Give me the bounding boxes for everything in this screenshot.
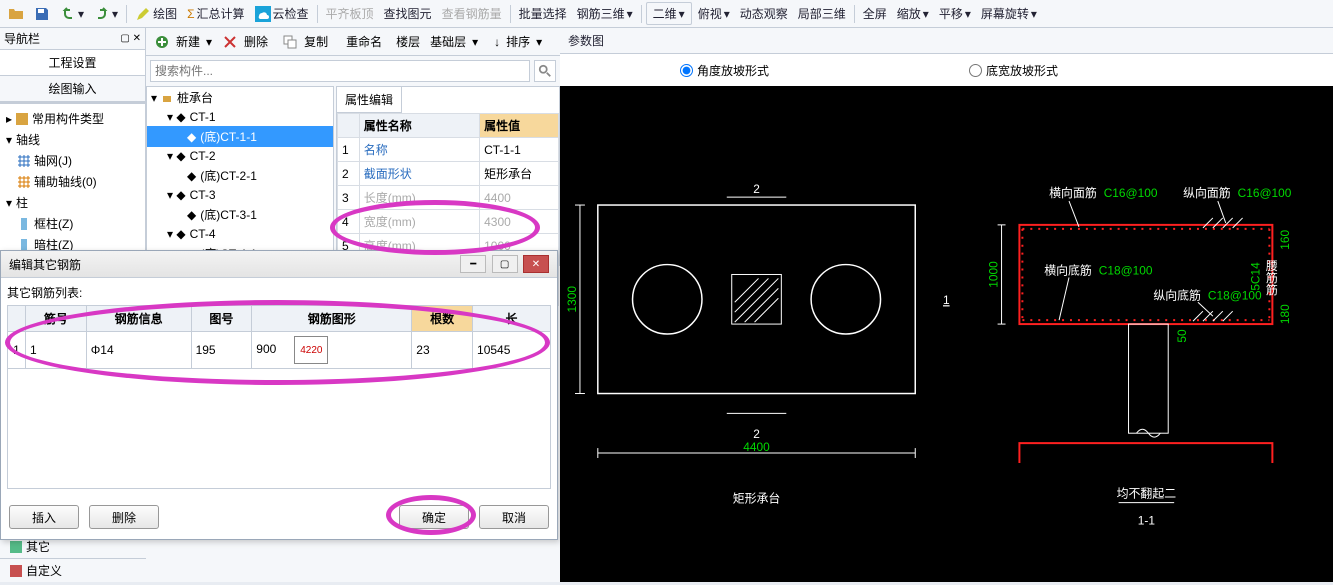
property-row[interactable]: 1名称CT-1-1	[338, 138, 559, 162]
rename-button[interactable]: 重命名	[338, 29, 390, 54]
tab-draw-input[interactable]: 绘图输入	[0, 76, 145, 102]
table-row[interactable]: 1 1 Φ14 195 9004220 23 10545	[8, 332, 551, 369]
tree-ct3[interactable]: ▾ ◆CT-3	[147, 186, 333, 204]
svg-text:5C14: 5C14	[1248, 262, 1262, 291]
tree-frame-col[interactable]: 框柱(Z)	[0, 213, 145, 234]
list-label: 其它钢筋列表:	[7, 284, 551, 301]
svg-text:2: 2	[753, 427, 760, 441]
property-row[interactable]: 2截面形状矩形承台	[338, 162, 559, 186]
radio-angle-slope[interactable]: 角度放坡形式	[680, 62, 769, 79]
svg-text:1300: 1300	[565, 286, 579, 313]
tree-axis-grid[interactable]: 轴网(J)	[0, 150, 145, 171]
delete-row-button[interactable]: 删除	[89, 505, 159, 529]
rotate-button[interactable]: 屏幕旋转▾	[977, 3, 1041, 24]
svg-text:矩形承台: 矩形承台	[733, 492, 781, 506]
summary-button[interactable]: Σ汇总计算	[183, 3, 248, 24]
svg-text:横向底筋: 横向底筋	[1044, 263, 1092, 277]
mid-toolbar: 新建▾ 删除 复制 重命名 楼层 基础层▾ ↓排序▾	[146, 28, 560, 56]
radio-width-slope[interactable]: 底宽放坡形式	[969, 62, 1058, 79]
zoom-button[interactable]: 缩放▾	[893, 3, 933, 24]
svg-text:2: 2	[753, 182, 760, 196]
property-row[interactable]: 4宽度(mm)4300	[338, 210, 559, 234]
svg-text:180: 180	[1278, 304, 1292, 324]
search-input[interactable]	[150, 60, 530, 82]
sort-button[interactable]: ↓排序▾	[490, 29, 546, 54]
tree-ct3-bottom[interactable]: ◆ (底)CT-3-1	[147, 204, 333, 225]
nav-controls[interactable]: ▢ ✕	[120, 33, 141, 44]
tree-pile-cap[interactable]: ▾桩承台	[147, 87, 333, 108]
pan-button[interactable]: 平移▾	[935, 3, 975, 24]
maximize-button[interactable]: ▢	[492, 255, 518, 273]
tree-ct2[interactable]: ▾ ◆CT-2	[147, 147, 333, 165]
tree-ct4[interactable]: ▾ ◆CT-4	[147, 225, 333, 243]
cat-custom[interactable]: 自定义	[0, 558, 146, 582]
nav-title: 导航栏	[4, 30, 40, 47]
flat-top-button[interactable]: 平齐板顶	[322, 3, 378, 24]
svg-text:160: 160	[1278, 229, 1292, 249]
floor-label: 楼层	[392, 31, 424, 52]
minimize-button[interactable]: ━	[460, 255, 486, 273]
close-button[interactable]: ✕	[523, 255, 549, 273]
edit-other-rebar-dialog: 编辑其它钢筋 ━ ▢ ✕ 其它钢筋列表: 筋号 钢筋信息 图号 钢筋图形 根数 …	[0, 250, 558, 540]
svg-text:1000: 1000	[987, 261, 1001, 288]
svg-text:C18@100: C18@100	[1208, 288, 1262, 302]
steel-3d-button[interactable]: 钢筋三维▾	[573, 3, 637, 24]
tree-ct2-bottom[interactable]: ◆ (底)CT-2-1	[147, 165, 333, 186]
tree-common[interactable]: ▸常用构件类型	[0, 108, 145, 129]
floor-select[interactable]: 基础层	[426, 31, 470, 52]
ok-button[interactable]: 确定	[399, 505, 469, 529]
search-button[interactable]	[534, 60, 556, 82]
find-element-button[interactable]: 查找图元	[380, 3, 436, 24]
tree-column[interactable]: ▾柱	[0, 192, 145, 213]
insert-button[interactable]: 插入	[9, 505, 79, 529]
canvas-title: 参数图	[560, 28, 1333, 54]
diagram-svg: 2 2 4400 1300 1 矩形承台	[560, 86, 1333, 582]
svg-text:C16@100: C16@100	[1104, 186, 1158, 200]
svg-text:C18@100: C18@100	[1099, 263, 1153, 277]
svg-text:1-1: 1-1	[1138, 513, 1156, 527]
dialog-title: 编辑其它钢筋	[9, 256, 81, 273]
open-icon[interactable]	[4, 4, 28, 24]
svg-text:均不翻起二: 均不翻起二	[1117, 487, 1177, 501]
save-icon[interactable]	[30, 4, 54, 24]
property-tab[interactable]: 属性编辑	[337, 87, 402, 113]
tree-aux-axis[interactable]: 辅助轴线(0)	[0, 171, 145, 192]
copy-button[interactable]: 复制	[278, 29, 336, 54]
svg-text:纵向底筋: 纵向底筋	[1153, 288, 1201, 302]
redo-icon[interactable]: ▾	[90, 4, 122, 24]
tab-project-settings[interactable]: 工程设置	[0, 50, 145, 76]
delete-button[interactable]: 删除	[218, 29, 276, 54]
cloud-check-button[interactable]: 云检查	[251, 3, 313, 24]
svg-text:1: 1	[943, 293, 950, 307]
svg-text:C16@100: C16@100	[1238, 186, 1292, 200]
batch-select-button[interactable]: 批量选择	[515, 3, 571, 24]
view-steel-button[interactable]: 查看钢筋量	[438, 3, 506, 24]
rebar-table: 筋号 钢筋信息 图号 钢筋图形 根数 长 1 1 Φ14 195 9004220…	[7, 305, 551, 489]
dynamic-view-button[interactable]: 动态观察	[736, 3, 792, 24]
fullscreen-button[interactable]: 全屏	[859, 3, 891, 24]
undo-icon[interactable]: ▾	[56, 4, 88, 24]
main-toolbar: ▾ ▾ 绘图 Σ汇总计算 云检查 平齐板顶 查找图元 查看钢筋量 批量选择 钢筋…	[0, 0, 1333, 28]
tree-ct1-bottom[interactable]: ◆ (底)CT-1-1	[147, 126, 333, 147]
svg-text:纵向面筋: 纵向面筋	[1183, 186, 1231, 200]
diagram-canvas: 参数图 角度放坡形式 底宽放坡形式 2 2 4400 1300 1	[560, 28, 1333, 582]
component-instance-tree: ▾桩承台 ▾ ◆CT-1 ◆ (底)CT-1-1 ▾ ◆CT-2 ◆ (底)CT…	[146, 86, 334, 266]
property-panel: 属性编辑 属性名称属性值 1名称CT-1-12截面形状矩形承台3长度(mm)44…	[336, 86, 560, 266]
tree-ct1[interactable]: ▾ ◆CT-1	[147, 108, 333, 126]
table-empty-row[interactable]	[8, 369, 551, 489]
property-row[interactable]: 3长度(mm)4400	[338, 186, 559, 210]
svg-text:4400: 4400	[743, 440, 770, 454]
cancel-button[interactable]: 取消	[479, 505, 549, 529]
svg-text:腰筋筋: 腰筋筋	[1264, 260, 1278, 296]
bottom-categories: 其它 自定义	[0, 534, 146, 582]
tree-axis[interactable]: ▾轴线	[0, 129, 145, 150]
top-view-button[interactable]: 俯视▾	[694, 3, 734, 24]
local-3d-button[interactable]: 局部三维	[794, 3, 850, 24]
svg-text:横向面筋: 横向面筋	[1049, 186, 1097, 200]
view-2d-dropdown[interactable]: 二维 ▾	[646, 2, 692, 25]
new-button[interactable]: 新建▾	[150, 29, 216, 54]
svg-text:50: 50	[1175, 329, 1189, 343]
draw-button[interactable]: 绘图	[131, 3, 181, 24]
